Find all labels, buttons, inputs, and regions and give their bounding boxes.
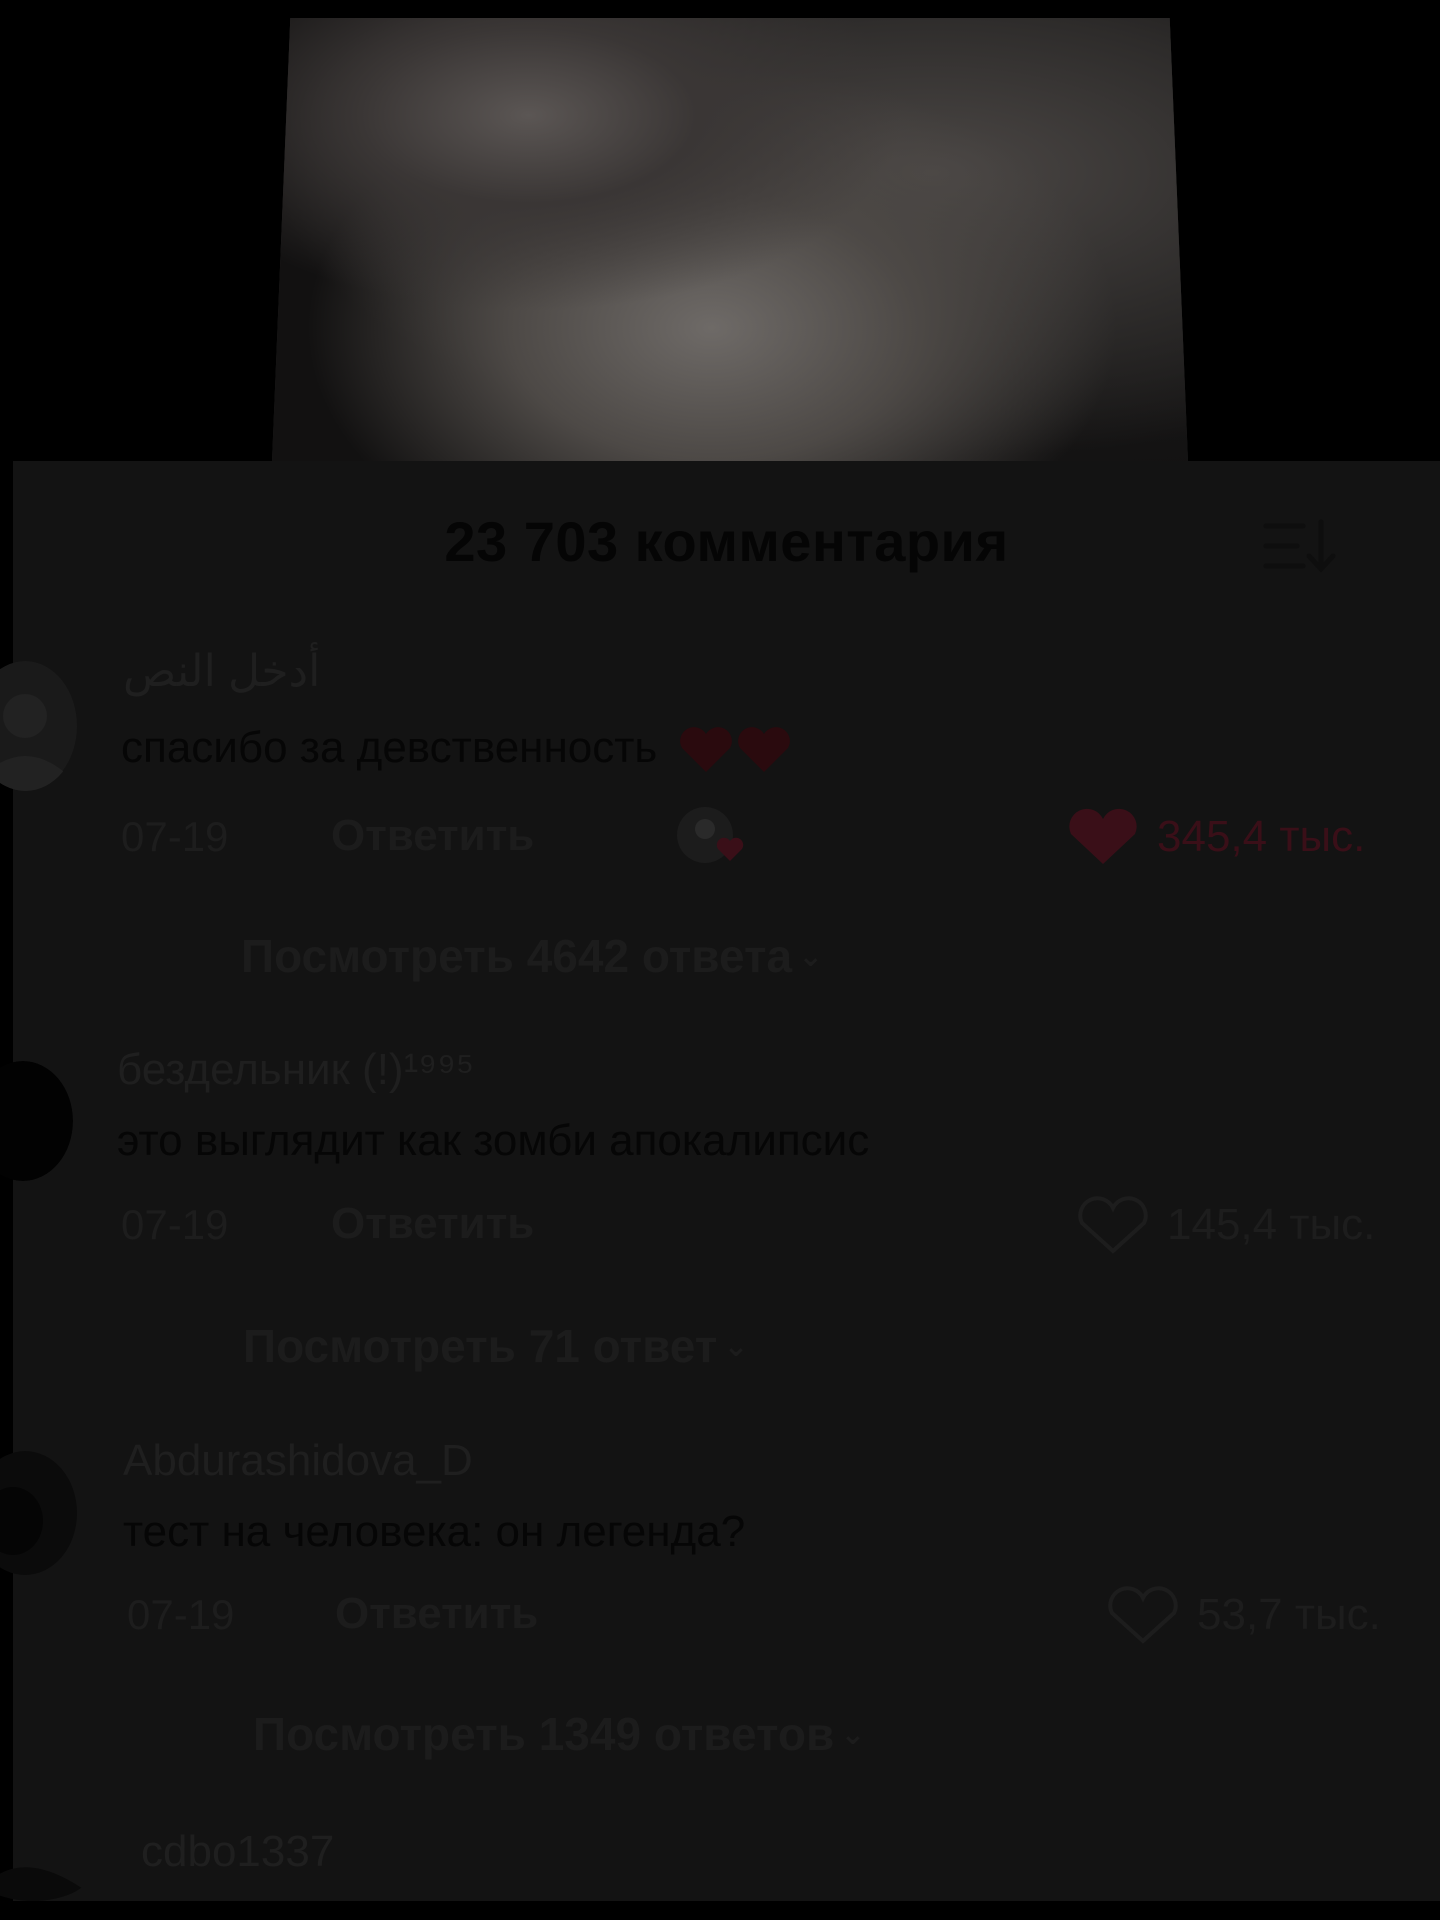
reply-button[interactable]: Ответить (331, 1199, 534, 1249)
like-count: 53,7 тыс. (1197, 1590, 1381, 1639)
like-count: 345,4 тыс. (1157, 812, 1366, 861)
comment-date: 07-19 (121, 813, 229, 860)
like-button[interactable]: 345,4 тыс. (1063, 807, 1365, 867)
comment-text: спасибо за девственность (121, 723, 796, 776)
comment-username[interactable]: أدخل النص (123, 646, 320, 697)
like-button[interactable]: 145,4 тыс. (1073, 1195, 1375, 1255)
video-player[interactable] (0, 0, 1440, 461)
view-replies-button[interactable]: Посмотреть 71 ответ ⌄ (243, 1319, 748, 1373)
comment-username[interactable]: cdbo1337 (141, 1827, 334, 1877)
avatar[interactable] (0, 1061, 73, 1181)
avatar[interactable] (0, 661, 78, 791)
view-replies-label: Посмотреть 71 ответ (243, 1320, 718, 1372)
chevron-down-icon: ⌄ (798, 940, 824, 973)
comments-header: 23 703 комментария (13, 461, 1440, 611)
reply-button[interactable]: Ответить (331, 811, 534, 861)
chevron-down-icon: ⌄ (840, 1718, 866, 1751)
chevron-down-icon: ⌄ (723, 1330, 749, 1363)
video-thumbnail[interactable] (272, 18, 1188, 461)
heart-emoji-icon (679, 727, 790, 773)
comment-date: 07-19 (121, 1201, 229, 1248)
comment-count-title: 23 703 комментария (444, 510, 1009, 573)
view-replies-label: Посмотреть 1349 ответов (253, 1708, 835, 1760)
comment-text: тест на человека: он легенда? (123, 1507, 746, 1556)
like-button[interactable]: 53,7 тыс. (1103, 1585, 1381, 1645)
sort-descending-icon[interactable] (1263, 518, 1339, 574)
view-replies-button[interactable]: Посмотреть 1349 ответов ⌄ (253, 1707, 865, 1761)
comment-date: 07-19 (127, 1591, 235, 1638)
app-frame: 23 703 комментария أدخل النص спасибо за … (0, 0, 1440, 1920)
comments-sheet: 23 703 комментария أدخل النص спасибо за … (0, 461, 1440, 1901)
heart-outline-icon (1078, 1196, 1148, 1254)
avatar[interactable] (0, 1451, 78, 1576)
heart-outline-icon (1108, 1586, 1178, 1644)
view-replies-label: Посмотреть 4642 ответа (241, 930, 793, 982)
comment-username[interactable]: Abdurashidova_D (123, 1436, 473, 1486)
avatar[interactable] (0, 1836, 93, 1901)
comment-text-body: спасибо за девственность (121, 723, 658, 772)
like-count: 145,4 тыс. (1167, 1200, 1376, 1249)
reply-button[interactable]: Ответить (335, 1589, 538, 1639)
comment-username[interactable]: бездельник (!)¹⁹⁹⁵ (117, 1045, 474, 1095)
creator-liked-badge-icon (677, 807, 744, 863)
heart-filled-icon (1069, 808, 1137, 864)
comment-text: это выглядит как зомби апокалипсис (117, 1116, 870, 1165)
view-replies-button[interactable]: Посмотреть 4642 ответа ⌄ (241, 929, 823, 983)
